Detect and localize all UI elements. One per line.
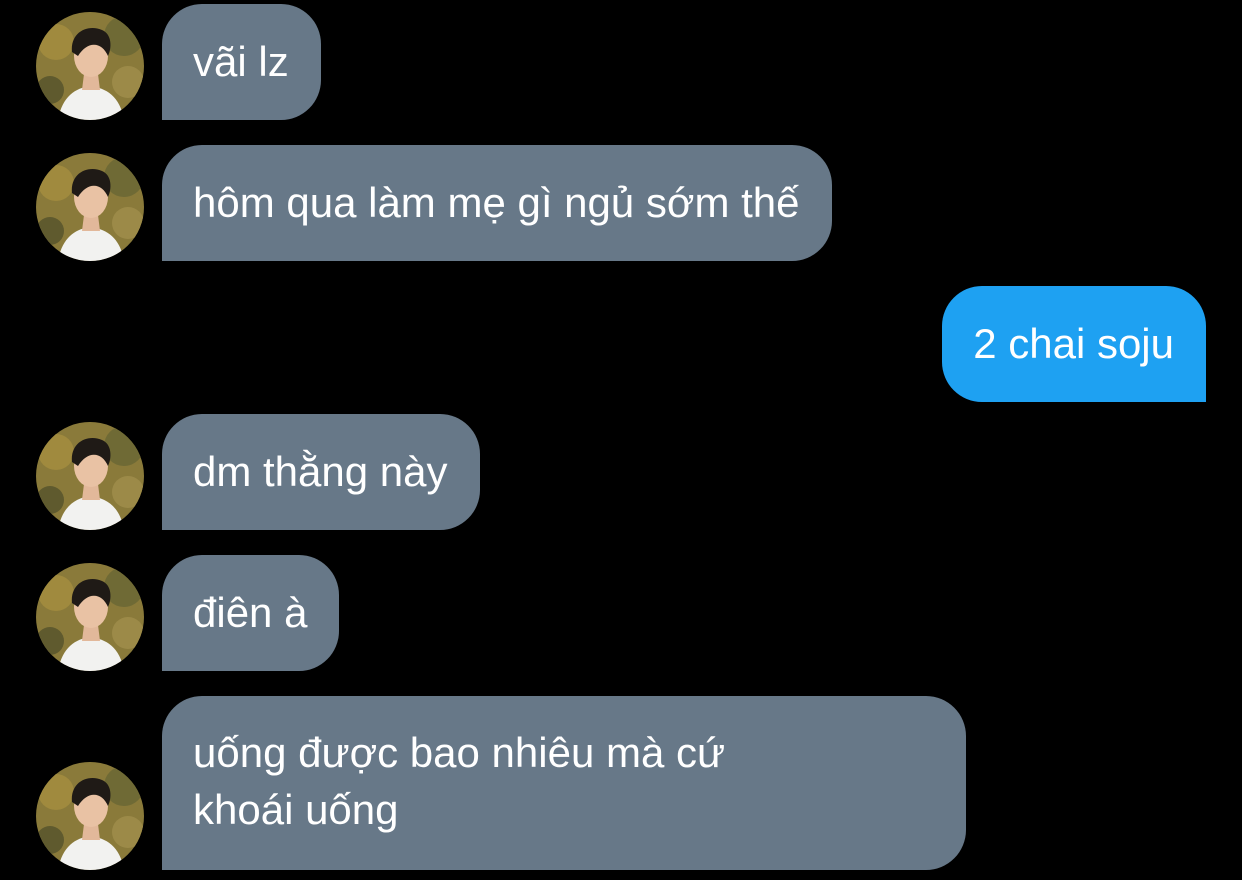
message-row-incoming: uống được bao nhiêu mà cứ khoái uống xyxy=(0,696,1242,872)
contact-avatar[interactable] xyxy=(36,762,144,870)
message-text: vãi lz xyxy=(193,38,289,85)
message-row-incoming: vãi lz xyxy=(0,4,1242,122)
avatar-photo-icon xyxy=(36,422,144,530)
avatar-photo-icon xyxy=(36,153,144,261)
message-text-line: khoái uống xyxy=(193,786,399,833)
message-text: điên à xyxy=(193,589,308,636)
incoming-message-bubble[interactable]: hôm qua làm mẹ gì ngủ sớm thế xyxy=(162,145,832,261)
incoming-message-bubble[interactable]: dm thằng này xyxy=(162,414,480,530)
message-text: dm thằng này xyxy=(193,448,448,495)
avatar-photo-icon xyxy=(36,563,144,671)
avatar-photo-icon xyxy=(36,762,144,870)
incoming-message-bubble[interactable]: điên à xyxy=(162,555,340,671)
message-text: hôm qua làm mẹ gì ngủ sớm thế xyxy=(193,179,800,226)
contact-avatar[interactable] xyxy=(36,422,144,530)
contact-avatar[interactable] xyxy=(36,12,144,120)
message-row-incoming: điên à xyxy=(0,555,1242,673)
message-text: 2 chai soju xyxy=(973,320,1174,367)
contact-avatar[interactable] xyxy=(36,153,144,261)
message-row-outgoing: 2 chai soju xyxy=(0,286,1242,404)
message-row-incoming: dm thằng này xyxy=(0,414,1242,532)
contact-avatar[interactable] xyxy=(36,563,144,671)
outgoing-message-bubble[interactable]: 2 chai soju xyxy=(942,286,1206,402)
message-row-incoming: hôm qua làm mẹ gì ngủ sớm thế xyxy=(0,145,1242,263)
message-text-line: uống được bao nhiêu mà cứ xyxy=(193,729,726,776)
avatar-photo-icon xyxy=(36,12,144,120)
chat-thread: vãi lz hôm qua làm mẹ gì ngủ sớm thế 2 c… xyxy=(0,0,1242,880)
incoming-message-bubble[interactable]: vãi lz xyxy=(162,4,321,120)
incoming-message-bubble[interactable]: uống được bao nhiêu mà cứ khoái uống xyxy=(162,696,966,870)
